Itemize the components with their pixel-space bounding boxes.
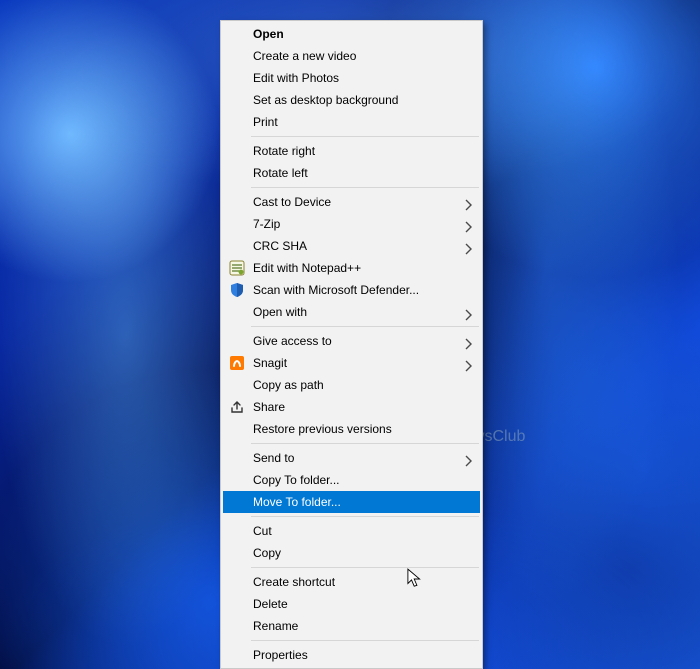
menu-item-label: 7-Zip — [253, 213, 280, 235]
menu-item-7zip[interactable]: 7-Zip — [223, 213, 480, 235]
menu-separator — [251, 443, 479, 444]
chevron-right-icon — [464, 357, 474, 369]
shield-icon — [229, 282, 245, 298]
chevron-right-icon — [464, 452, 474, 464]
menu-item-copy-to[interactable]: Copy To folder... — [223, 469, 480, 491]
menu-separator — [251, 187, 479, 188]
menu-item-crc-sha[interactable]: CRC SHA — [223, 235, 480, 257]
menu-item-edit-photos[interactable]: Edit with Photos — [223, 67, 480, 89]
menu-item-defender[interactable]: Scan with Microsoft Defender... — [223, 279, 480, 301]
menu-item-label: Edit with Notepad++ — [253, 257, 361, 279]
notepadpp-icon — [229, 260, 245, 276]
menu-item-restore-prev[interactable]: Restore previous versions — [223, 418, 480, 440]
menu-item-label: Copy To folder... — [253, 469, 340, 491]
menu-item-label: Set as desktop background — [253, 89, 398, 111]
menu-item-delete[interactable]: Delete — [223, 593, 480, 615]
menu-item-label: Share — [253, 396, 285, 418]
menu-item-print[interactable]: Print — [223, 111, 480, 133]
menu-item-label: Open — [253, 23, 284, 45]
menu-item-notepadpp[interactable]: Edit with Notepad++ — [223, 257, 480, 279]
menu-item-send-to[interactable]: Send to — [223, 447, 480, 469]
menu-item-label: Cut — [253, 520, 272, 542]
menu-item-rotate-left[interactable]: Rotate left — [223, 162, 480, 184]
menu-item-label: Print — [253, 111, 278, 133]
chevron-right-icon — [464, 335, 474, 347]
menu-item-open-with[interactable]: Open with — [223, 301, 480, 323]
menu-separator — [251, 326, 479, 327]
menu-item-label: Delete — [253, 593, 288, 615]
menu-item-cut[interactable]: Cut — [223, 520, 480, 542]
menu-item-label: Create shortcut — [253, 571, 335, 593]
chevron-right-icon — [464, 218, 474, 230]
menu-item-label: Properties — [253, 644, 308, 666]
menu-item-copy[interactable]: Copy — [223, 542, 480, 564]
menu-item-rotate-right[interactable]: Rotate right — [223, 140, 480, 162]
menu-item-label: Open with — [253, 301, 307, 323]
menu-item-snagit[interactable]: Snagit — [223, 352, 480, 374]
menu-item-label: Snagit — [253, 352, 287, 374]
menu-item-set-bg[interactable]: Set as desktop background — [223, 89, 480, 111]
menu-item-label: Cast to Device — [253, 191, 331, 213]
menu-item-label: CRC SHA — [253, 235, 307, 257]
menu-item-share[interactable]: Share — [223, 396, 480, 418]
menu-item-properties[interactable]: Properties — [223, 644, 480, 666]
menu-item-label: Scan with Microsoft Defender... — [253, 279, 419, 301]
menu-item-shortcut[interactable]: Create shortcut — [223, 571, 480, 593]
menu-separator — [251, 567, 479, 568]
desktop-wallpaper: TheWindowsClub OpenCreate a new videoEdi… — [0, 0, 700, 669]
share-icon — [229, 399, 245, 415]
menu-item-new-video[interactable]: Create a new video — [223, 45, 480, 67]
menu-separator — [251, 640, 479, 641]
menu-item-open[interactable]: Open — [223, 23, 480, 45]
menu-item-label: Move To folder... — [253, 491, 341, 513]
menu-item-label: Rotate right — [253, 140, 315, 162]
menu-item-label: Copy — [253, 542, 281, 564]
menu-item-cast[interactable]: Cast to Device — [223, 191, 480, 213]
menu-item-rename[interactable]: Rename — [223, 615, 480, 637]
menu-item-label: Give access to — [253, 330, 332, 352]
context-menu[interactable]: OpenCreate a new videoEdit with PhotosSe… — [220, 20, 483, 669]
menu-separator — [251, 516, 479, 517]
menu-item-label: Send to — [253, 447, 294, 469]
menu-item-label: Edit with Photos — [253, 67, 339, 89]
menu-item-label: Rename — [253, 615, 298, 637]
menu-item-move-to[interactable]: Move To folder... — [223, 491, 480, 513]
chevron-right-icon — [464, 240, 474, 252]
menu-item-label: Copy as path — [253, 374, 324, 396]
chevron-right-icon — [464, 306, 474, 318]
menu-item-label: Create a new video — [253, 45, 356, 67]
menu-item-label: Restore previous versions — [253, 418, 392, 440]
chevron-right-icon — [464, 196, 474, 208]
snagit-icon — [229, 355, 245, 371]
menu-separator — [251, 136, 479, 137]
menu-item-label: Rotate left — [253, 162, 308, 184]
menu-item-give-access[interactable]: Give access to — [223, 330, 480, 352]
menu-item-copy-path[interactable]: Copy as path — [223, 374, 480, 396]
